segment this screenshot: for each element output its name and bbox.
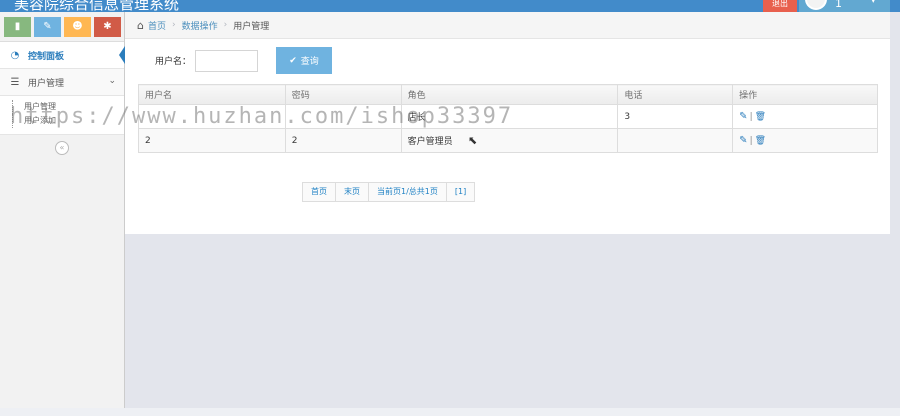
user-table: 用户名 密码 角色 电话 操作 店长 3 ✎ | 🗑 2 2 客户管理员 ✎ |… [138, 84, 878, 153]
sidebar-shortcuts: ▮ ✎ ☻ ✱ [0, 12, 124, 42]
sidebar-subitem-user-add[interactable]: 用户添加 [0, 114, 124, 128]
cogs-icon[interactable]: ✱ [94, 17, 121, 37]
dashboard-icon: ◔ [10, 49, 20, 61]
sidebar-collapse-icon[interactable]: « [55, 141, 69, 155]
breadcrumb-section-link[interactable]: 数据操作 [182, 19, 218, 32]
search-form: 用户名： ✔ 查询 [155, 47, 333, 74]
pencil-icon[interactable]: ✎ [34, 17, 61, 37]
avatar [805, 0, 827, 10]
sidebar-item-dashboard[interactable]: ◔ 控制面板 [0, 42, 125, 69]
user-menu[interactable]: 1 ▾ [799, 0, 890, 12]
cell-role: 客户管理员 [400, 128, 619, 153]
column-header: 用户名 [138, 84, 286, 105]
cell-username [138, 104, 286, 129]
username-search-input[interactable] [195, 49, 259, 72]
cell-password [284, 104, 402, 129]
cell-role: 店长 [400, 104, 619, 129]
breadcrumb-home-link[interactable]: 首页 [148, 19, 166, 32]
cell-phone: 3 [617, 104, 734, 129]
sidebar-item-label: 控制面板 [28, 51, 65, 62]
breadcrumb-separator: › [172, 20, 176, 30]
sidebar-item-label: 用户管理 [28, 78, 65, 89]
edit-icon[interactable]: ✎ [739, 111, 747, 122]
logout-button[interactable]: 退出 [763, 0, 797, 12]
breadcrumb: ⌂ 首页 › 数据操作 › 用户管理 [125, 12, 890, 39]
sidebar-subitem-user-list[interactable]: 用户管理 [0, 100, 124, 114]
table-header-row: 用户名 密码 角色 电话 操作 [138, 84, 878, 105]
cell-password: 2 [284, 128, 402, 153]
mouse-cursor-icon: ⬉ [468, 134, 478, 147]
username-label: 用户名： [155, 57, 192, 67]
user-management-submenu: 用户管理 用户添加 [0, 96, 124, 135]
delete-icon[interactable]: 🗑 [755, 112, 766, 122]
list-icon: ☰ [10, 76, 20, 88]
bottom-bar [0, 408, 900, 416]
signal-icon[interactable]: ▮ [4, 17, 31, 37]
home-icon: ⌂ [137, 18, 144, 32]
action-separator: | [749, 112, 753, 122]
main-content: ⌂ 首页 › 数据操作 › 用户管理 用户名： ✔ 查询 用户名 密码 角色 电… [125, 12, 890, 234]
user-name: 1 [835, 0, 842, 10]
column-header: 密码 [284, 84, 402, 105]
column-header: 操作 [732, 84, 878, 105]
pagination: 首页 末页 当前页1/总共1页 [1] [302, 182, 476, 202]
caret-down-icon: ▾ [871, 0, 876, 6]
cell-actions: ✎ | 🗑 [732, 104, 878, 129]
app-title: 美容院综合信息管理系统 [14, 0, 180, 12]
sidebar: ▮ ✎ ☻ ✱ ◔ 控制面板 ☰ 用户管理 ⌄ 用户管理 用户添加 « [0, 12, 125, 416]
pagination-info: 当前页1/总共1页 [368, 182, 447, 202]
search-button[interactable]: ✔ 查询 [276, 47, 333, 74]
pagination-first[interactable]: 首页 [302, 182, 336, 202]
check-icon: ✔ [289, 55, 297, 66]
action-separator: | [749, 136, 753, 146]
chevron-down-icon: ⌄ [108, 76, 116, 86]
table-row: 2 2 客户管理员 ✎ | 🗑 [138, 128, 878, 153]
breadcrumb-current: 用户管理 [233, 21, 270, 32]
cell-username: 2 [138, 128, 286, 153]
pagination-last[interactable]: 末页 [335, 182, 369, 202]
column-header: 角色 [400, 84, 619, 105]
users-icon[interactable]: ☻ [64, 17, 91, 37]
table-row: 店长 3 ✎ | 🗑 [138, 104, 878, 129]
column-header: 电话 [617, 84, 734, 105]
breadcrumb-separator: › [223, 20, 228, 30]
top-navbar: 美容院综合信息管理系统 退出 1 ▾ [0, 0, 900, 12]
sidebar-item-user-management[interactable]: ☰ 用户管理 ⌄ [0, 69, 124, 96]
cell-phone [617, 128, 734, 153]
edit-icon[interactable]: ✎ [739, 135, 747, 146]
delete-icon[interactable]: 🗑 [755, 136, 766, 146]
pagination-page-1[interactable]: [1] [445, 182, 476, 202]
search-button-label: 查询 [300, 57, 319, 67]
cell-actions: ✎ | 🗑 [732, 128, 878, 153]
